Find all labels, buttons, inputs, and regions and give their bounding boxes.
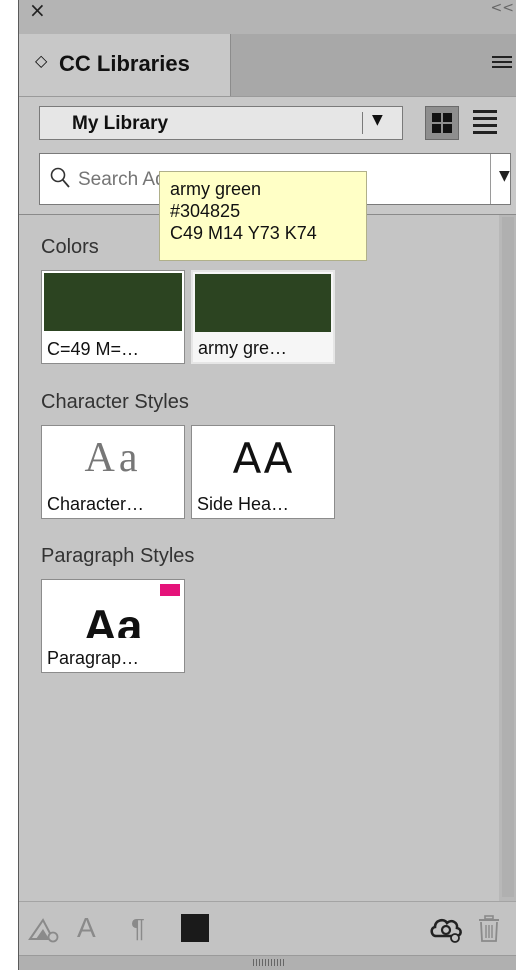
panel-title-bar: × << xyxy=(19,0,516,34)
add-graphic-icon[interactable] xyxy=(27,915,61,943)
search-divider xyxy=(490,154,491,204)
chevron-updown-icon: ◇ xyxy=(35,51,48,70)
style-badge xyxy=(160,584,180,596)
color-swatch xyxy=(195,274,331,332)
bottom-toolbar: A ¶ xyxy=(19,901,516,955)
style-preview: Aa xyxy=(84,435,142,481)
tile-caption: army gre… xyxy=(198,338,288,358)
tooltip-name: army green xyxy=(170,179,262,199)
tile-caption: C=49 M=… xyxy=(47,339,140,359)
library-dropdown[interactable]: My Library ▼ xyxy=(39,106,403,140)
library-content: Colors C=49 M=… army gre… Character Styl… xyxy=(19,215,499,901)
creative-cloud-icon[interactable] xyxy=(429,915,463,943)
style-preview: Aa xyxy=(83,606,143,638)
scrollbar-thumb[interactable] xyxy=(502,217,514,897)
resize-grip[interactable] xyxy=(19,955,516,970)
tab-label: CC Libraries xyxy=(59,51,190,76)
section-heading-character-styles: Character Styles xyxy=(41,391,189,413)
collapse-panel-icon[interactable]: << xyxy=(491,0,514,16)
paragraph-style-tile[interactable]: Aa Paragrap… xyxy=(41,579,185,673)
panel-menu-icon[interactable] xyxy=(492,56,512,72)
panel-tab-strip: ◇ CC Libraries xyxy=(19,34,516,97)
grid-view-icon[interactable] xyxy=(425,106,459,140)
trash-icon[interactable] xyxy=(477,915,501,943)
dropdown-divider xyxy=(362,112,363,134)
scrollbar[interactable] xyxy=(499,215,516,901)
tile-caption: Character… xyxy=(47,494,145,514)
add-color-fill-icon[interactable] xyxy=(181,914,209,942)
search-icon xyxy=(50,167,70,188)
character-style-tile[interactable]: AA Side Hea… xyxy=(191,425,335,519)
add-paragraph-style-icon[interactable]: ¶ xyxy=(131,914,145,942)
list-view-icon[interactable] xyxy=(473,110,497,136)
tab-cc-libraries[interactable]: ◇ CC Libraries xyxy=(19,34,231,96)
style-preview: AA xyxy=(232,434,294,483)
grip-lines-icon xyxy=(253,959,285,966)
tooltip-cmyk: C49 M14 Y73 K74 xyxy=(170,223,317,243)
section-heading-paragraph-styles: Paragraph Styles xyxy=(41,545,195,567)
cc-libraries-panel: × << ◇ CC Libraries My Library ▼ ▼ Color… xyxy=(18,0,516,970)
color-swatch-tile[interactable]: C=49 M=… xyxy=(41,270,185,364)
add-character-style-icon[interactable]: A xyxy=(77,914,96,942)
tile-caption: Side Hea… xyxy=(197,494,290,514)
chevron-down-icon: ▼ xyxy=(372,112,383,128)
tooltip-hex: #304825 xyxy=(170,201,241,221)
section-heading-colors: Colors xyxy=(41,236,99,258)
library-dropdown-label: My Library xyxy=(72,113,169,134)
color-swatch-tile-selected[interactable]: army gre… xyxy=(191,270,335,364)
color-tooltip: army green #304825 C49 M14 Y73 K74 xyxy=(159,171,367,261)
close-icon[interactable]: × xyxy=(29,0,46,21)
tile-caption: Paragrap… xyxy=(47,648,140,668)
color-swatch xyxy=(44,273,182,331)
character-style-tile[interactable]: Aa Character… xyxy=(41,425,185,519)
search-source-dropdown-icon[interactable]: ▼ xyxy=(499,168,510,184)
